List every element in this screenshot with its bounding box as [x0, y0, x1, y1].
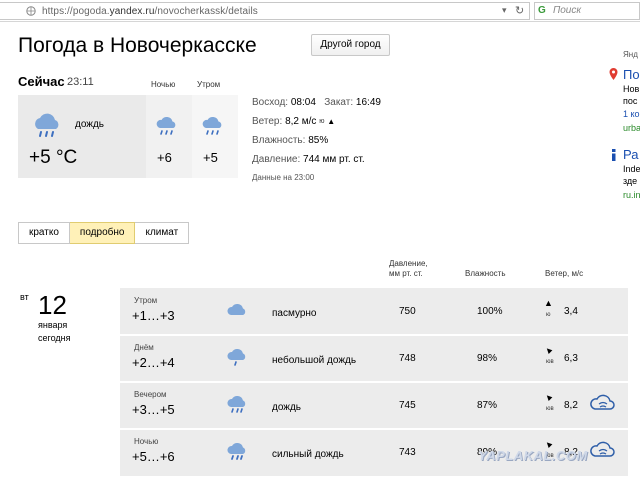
sun-info: Восход: 08:04 Закат: 16:49	[252, 97, 381, 108]
search-input[interactable]: G Поиск	[534, 2, 640, 20]
row-condition: небольшой дождь	[272, 355, 357, 366]
tab-detailed[interactable]: подробно	[69, 222, 136, 244]
map-pin-icon	[609, 68, 618, 80]
pressure-info: Давление: 744 мм рт. ст.	[252, 154, 365, 165]
wind-arrow-icon: ▲	[327, 117, 336, 126]
now-label: Сейчас	[18, 74, 65, 89]
row-wind-speed: 3,4	[564, 306, 578, 317]
wind-direction: ю	[319, 117, 325, 125]
night-forecast-card	[146, 95, 192, 178]
tab-climate[interactable]: климат	[135, 222, 190, 244]
wind-arrow-icon: ▲	[541, 343, 556, 357]
header-humidity: Влажность	[465, 269, 506, 278]
url-dropdown-icon[interactable]: ▾	[502, 5, 507, 16]
header-wind: Ветер, м/с	[545, 269, 584, 278]
info-icon	[612, 149, 616, 161]
storm-wind-icon	[590, 394, 615, 410]
day-number: 12	[38, 290, 67, 320]
rain-cloud-icon	[35, 113, 59, 137]
globe-icon	[26, 6, 36, 16]
row-condition: сильный дождь	[272, 449, 344, 460]
day-weekday: вт	[20, 292, 29, 302]
row-pressure: 745	[399, 400, 416, 411]
side-link[interactable]: 1 ко	[623, 109, 640, 119]
day-month: января	[38, 320, 68, 330]
side-text: Inde	[623, 164, 640, 174]
row-wind-direction: юв	[546, 359, 554, 365]
wind-info: Ветер: 8,2 м/с ю ▲	[252, 116, 336, 127]
current-temperature: +5 °C	[29, 147, 78, 168]
rain-cloud-icon	[156, 117, 176, 135]
now-time: 23:11	[67, 76, 94, 88]
row-humidity: 87%	[477, 400, 498, 411]
wind-arrow-icon: ▲	[541, 390, 556, 404]
morning-forecast-card	[192, 95, 238, 178]
storm-wind-icon	[590, 441, 615, 457]
row-temperature: +2…+4	[132, 355, 175, 370]
row-temperature: +3…+5	[132, 402, 175, 417]
other-city-button[interactable]: Другой город	[311, 34, 390, 56]
search-placeholder: Поиск	[553, 5, 582, 16]
row-divider	[120, 428, 628, 430]
row-wind-direction: ю	[546, 312, 551, 318]
tab-brief[interactable]: кратко	[18, 222, 70, 244]
side-heading: Янд	[623, 50, 638, 59]
side-text: зде	[623, 176, 638, 186]
day-part: Днём	[134, 343, 154, 352]
wind-arrow-icon: ▲	[544, 298, 553, 308]
cloud-icon	[227, 304, 246, 315]
row-temperature: +1…+3	[132, 308, 175, 323]
row-wind-speed: 6,3	[564, 353, 578, 364]
row-divider	[120, 381, 628, 383]
row-pressure: 748	[399, 353, 416, 364]
row-temperature: +5…+6	[132, 449, 175, 464]
row-humidity: 98%	[477, 353, 498, 364]
heavy-rain-cloud-icon	[227, 443, 246, 460]
row-divider	[120, 334, 628, 336]
side-text: Нов	[623, 84, 640, 94]
row-wind-direction: юв	[546, 406, 554, 412]
humidity-info: Влажность: 85%	[252, 135, 329, 146]
table-row: Днём +2…+4 небольшой дождь 748 98% ▲ юв …	[120, 337, 628, 383]
row-humidity: 100%	[477, 306, 503, 317]
row-wind-speed: 8,2	[564, 400, 578, 411]
rain-cloud-icon	[227, 349, 246, 366]
morning-label: Утром	[197, 80, 221, 89]
side-link-title[interactable]: Ра	[623, 147, 640, 162]
watermark: YAPLAKAL.COM	[478, 448, 588, 463]
url-text: https://pogoda.yandex.ru/novocherkassk/d…	[42, 6, 258, 17]
night-label: Ночью	[151, 80, 176, 89]
current-condition: дождь	[75, 119, 105, 130]
header-pressure: Давление, мм рт. ст.	[389, 259, 428, 278]
night-temperature: +6	[157, 150, 172, 165]
day-part: Утром	[134, 296, 158, 305]
side-text: пос	[623, 96, 638, 106]
row-pressure: 743	[399, 447, 416, 458]
day-part: Вечером	[134, 390, 167, 399]
google-icon: G	[538, 5, 546, 16]
data-timestamp: Данные на 23:00	[252, 173, 315, 182]
row-condition: пасмурно	[272, 308, 317, 319]
row-pressure: 750	[399, 306, 416, 317]
refresh-icon[interactable]: ↻	[515, 4, 524, 17]
rain-cloud-icon	[202, 117, 222, 135]
side-link-title[interactable]: По	[623, 67, 640, 82]
browser-toolbar: https://pogoda.yandex.ru/novocherkassk/d…	[0, 0, 640, 22]
morning-temperature: +5	[203, 150, 218, 165]
day-part: Ночью	[134, 437, 159, 446]
table-row: Вечером +3…+5 дождь 745 87% ▲ юв 8,2	[120, 384, 628, 430]
address-bar[interactable]: https://pogoda.yandex.ru/novocherkassk/d…	[0, 2, 530, 20]
side-url: ru.in	[623, 190, 640, 200]
row-condition: дождь	[272, 402, 302, 413]
page-title: Погода в Новочеркасске	[18, 34, 257, 57]
table-row: Утром +1…+3 пасмурно 750 100% ▲ ю 3,4	[120, 290, 628, 336]
day-relative: сегодня	[38, 333, 71, 343]
side-url: urba	[623, 123, 640, 133]
detail-tabs: кратко подробно климат	[18, 222, 190, 244]
rain-cloud-icon	[227, 396, 246, 413]
